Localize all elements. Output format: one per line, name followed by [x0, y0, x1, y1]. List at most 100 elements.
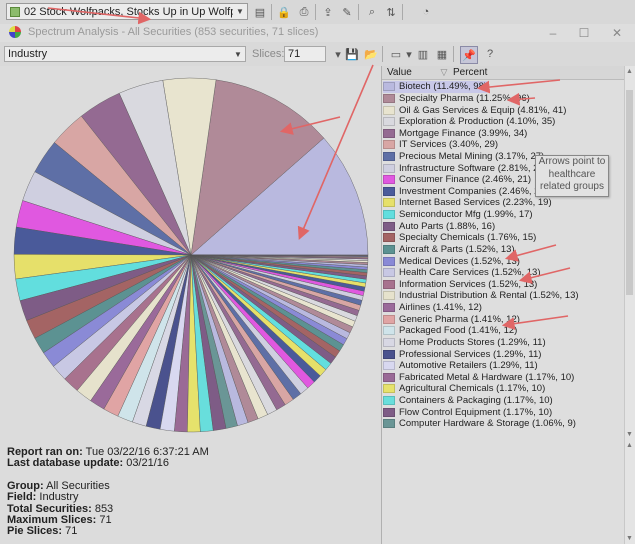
columns-icon[interactable]: ▥ [415, 46, 431, 62]
legend-item[interactable]: Home Products Stores (1.29%, 11) [383, 337, 546, 349]
legend-item[interactable]: Specialty Pharma (11.25%, 96) [383, 93, 530, 105]
toolbar-separator [271, 4, 272, 20]
field-select[interactable]: Industry ▼ [4, 46, 246, 62]
window-title: Spectrum Analysis - All Securities (853 … [28, 26, 319, 38]
legend-item[interactable]: Biotech (11.49%, 98) [383, 81, 488, 93]
legend-swatch [383, 268, 395, 278]
legend-item[interactable]: Medical Devices (1.52%, 13) [383, 255, 520, 267]
legend-item-label: Airlines (1.41%, 12) [399, 302, 482, 314]
legend-item[interactable]: Precious Metal Mining (3.17%, 27) [383, 151, 544, 163]
legend-item[interactable]: Information Services (1.52%, 13) [383, 279, 537, 291]
toolbar-separator [453, 46, 454, 62]
legend-item-label: Packaged Food (1.41%, 12) [399, 325, 518, 337]
legend-item[interactable]: Aircraft & Parts (1.52%, 13) [383, 244, 515, 256]
legend-item-label: Internet Based Services (2.23%, 19) [399, 197, 552, 209]
scroll-down-icon[interactable]: ▼ [626, 431, 633, 438]
legend-scrollbar[interactable]: ▲ ▼ [624, 66, 635, 440]
annotation-callout: Arrows point to healthcare related group… [535, 155, 609, 197]
legend-item-label: Investment Companies (2.46%, 21) [399, 185, 548, 197]
pie-chart-area [3, 67, 380, 440]
legend-swatch [383, 384, 395, 394]
legend-item-label: Generic Pharma (1.41%, 12) [399, 313, 520, 325]
legend-swatch [383, 279, 395, 289]
legend-item[interactable]: Specialty Chemicals (1.76%, 15) [383, 232, 536, 244]
legend-item[interactable]: Consumer Finance (2.46%, 21) [383, 174, 531, 186]
legend-item[interactable]: Fabricated Metal & Hardware (1.17%, 10) [383, 372, 574, 384]
sort-icon[interactable]: ▽ [437, 67, 451, 78]
legend-item[interactable]: Containers & Packaging (1.17%, 10) [383, 395, 553, 407]
save-icon[interactable]: 💾 [344, 46, 360, 62]
help-icon[interactable]: ? [482, 46, 498, 62]
db-update-row: Last database update: 03/21/16 [7, 457, 170, 470]
pie-chart-icon[interactable]: ◔ [418, 4, 434, 20]
edit-icon[interactable]: ✎ [339, 4, 355, 20]
legend-swatch [383, 210, 395, 220]
legend-item[interactable]: Health Care Services (1.52%, 13) [383, 267, 541, 279]
export-icon[interactable]: ⇪ [320, 4, 336, 20]
pie-chart[interactable] [3, 67, 380, 440]
pin-icon[interactable]: 📌 [460, 46, 478, 64]
percent-column-header[interactable]: Percent [451, 67, 487, 78]
legend-item-label: Consumer Finance (2.46%, 21) [399, 174, 532, 186]
spectrum-app-icon [9, 26, 21, 38]
legend-item[interactable]: Airlines (1.41%, 12) [383, 302, 482, 314]
legend-item-label: Home Products Stores (1.29%, 11) [399, 336, 546, 348]
legend-item[interactable]: Exploration & Production (4.10%, 35) [383, 116, 555, 128]
scroll-down-icon[interactable]: ▼ [626, 535, 633, 542]
legend-item-label: Exploration & Production (4.10%, 35) [399, 116, 556, 128]
minimize-icon[interactable]: – [538, 24, 568, 42]
legend-swatch [383, 163, 395, 173]
legend-item-label: Information Services (1.52%, 13) [399, 278, 538, 290]
legend-item[interactable]: Investment Companies (2.46%, 21) [383, 186, 548, 198]
maximize-icon[interactable]: ☐ [569, 24, 599, 42]
print-icon[interactable]: ⎙ [296, 4, 312, 20]
open-folder-icon[interactable]: 📂 [363, 46, 379, 62]
legend-item[interactable]: Semiconductor Mfg (1.99%, 17) [383, 209, 533, 221]
legend-item[interactable]: Packaged Food (1.41%, 12) [383, 325, 517, 337]
legend-item[interactable]: Flow Control Equipment (1.17%, 10) [383, 406, 552, 418]
value-column-header[interactable]: Value [382, 67, 437, 78]
toolbar-separator [315, 4, 316, 20]
legend-item[interactable]: Professional Services (1.29%, 11) [383, 348, 541, 360]
scroll-up-icon[interactable]: ▲ [626, 68, 633, 75]
legend-item[interactable]: Mortgage Finance (3.99%, 34) [383, 127, 527, 139]
slices-input[interactable]: 71 [284, 46, 326, 62]
legend-item-label: Professional Services (1.29%, 11) [399, 348, 542, 360]
toolbar-separator [358, 4, 359, 20]
legend-item[interactable]: Internet Based Services (2.23%, 19) [383, 197, 552, 209]
legend-item-label: Aircraft & Parts (1.52%, 13) [399, 243, 515, 255]
analysis-controls: Industry ▼ Slices: 71 ▾ 💾 📂 ▭ ▾ ▥ ▦ 📌 ? [0, 42, 635, 66]
legend-item[interactable]: Industrial Distribution & Rental (1.52%,… [383, 290, 579, 302]
legend-item-label: Automotive Retailers (1.29%, 11) [399, 360, 538, 372]
legend-item-label: Specialty Chemicals (1.76%, 15) [399, 232, 537, 244]
legend-swatch [383, 256, 395, 266]
legend-item[interactable]: Agricultural Chemicals (1.17%, 10) [383, 383, 545, 395]
sort-az-icon[interactable]: ⇅ [383, 4, 399, 20]
report-icon[interactable]: ▤ [252, 4, 268, 20]
find-icon[interactable]: ⌕ [364, 4, 380, 20]
scroll-thumb[interactable] [626, 90, 633, 295]
legend-item[interactable]: Oil & Gas Services & Equip (4.81%, 41) [383, 104, 566, 116]
wolfpack-select[interactable]: 02 Stock Wolfpacks, Stocks Up in Up Wolf… [6, 3, 248, 20]
legend-item[interactable]: Automotive Retailers (1.29%, 11) [383, 360, 538, 372]
legend-swatch [383, 419, 395, 429]
scroll-up-icon[interactable]: ▲ [626, 442, 633, 449]
legend-swatch [383, 140, 395, 150]
close-icon[interactable]: ✕ [602, 24, 632, 42]
legend-item[interactable]: IT Services (3.40%, 29) [383, 139, 498, 151]
legend-item-label: Infrastructure Software (2.81%, 24) [399, 162, 547, 174]
legend-item[interactable]: Auto Parts (1.88%, 16) [383, 220, 495, 232]
lock-icon[interactable]: 🔒 [276, 4, 292, 20]
legend-swatch [383, 244, 395, 254]
chevron-down-icon[interactable]: ▼ [231, 47, 245, 62]
chevron-down-icon[interactable]: ▼ [233, 4, 247, 19]
lower-scrollbar[interactable]: ▲ ▼ [624, 440, 635, 544]
legend-swatch [383, 372, 395, 382]
legend-swatch [383, 152, 395, 162]
table-icon[interactable]: ▦ [434, 46, 450, 62]
report-info: Report ran on: Tue 03/22/16 6:37:21 AM L… [7, 446, 377, 538]
legend-item[interactable]: Computer Hardware & Storage (1.06%, 9) [383, 418, 576, 430]
legend-item[interactable]: Infrastructure Software (2.81%, 24) [383, 162, 547, 174]
legend-item[interactable]: Generic Pharma (1.41%, 12) [383, 313, 520, 325]
legend-panel: Value ▽ Percent Biotech (11.49%, 98) Spec… [381, 66, 635, 440]
